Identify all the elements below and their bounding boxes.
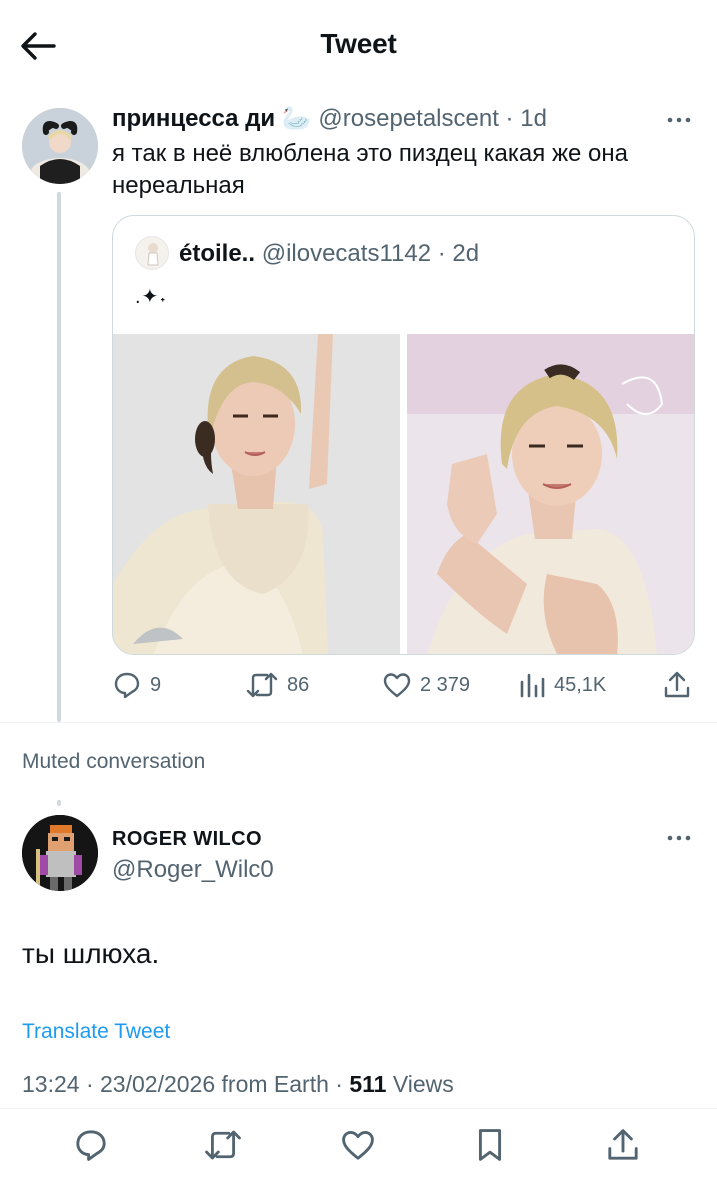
tweet-actions: 9 86 2 379 45,1K: [112, 665, 702, 705]
views-label: Views: [392, 1071, 454, 1097]
reply-count: 9: [150, 673, 162, 696]
divider: [0, 1108, 717, 1109]
quote-header: étoile.. @ilovecats1142 · 2d: [179, 240, 480, 267]
avatar-image: [22, 815, 98, 891]
reply-like-button[interactable]: [337, 1124, 379, 1166]
reply-avatar[interactable]: [22, 815, 98, 891]
avatar-image: [22, 108, 98, 184]
reply-button[interactable]: 9: [112, 665, 161, 705]
reply-reply-button[interactable]: [70, 1124, 112, 1166]
share-button[interactable]: [662, 665, 692, 705]
retweet-icon: [205, 1130, 241, 1160]
reply-retweet-button[interactable]: [202, 1124, 244, 1166]
reply-more-icon[interactable]: [666, 828, 692, 848]
avatar-image: [136, 237, 168, 269]
bookmark-button[interactable]: [469, 1124, 511, 1166]
share-icon: [664, 671, 690, 698]
bookmark-icon: [478, 1129, 502, 1161]
reply-share-button[interactable]: [602, 1124, 644, 1166]
share-icon: [608, 1129, 638, 1160]
like-count: 2 379: [420, 673, 471, 696]
tweet-source: from Earth: [221, 1071, 329, 1097]
views-count: 45,1K: [554, 673, 607, 696]
retweet-button[interactable]: 86: [245, 665, 309, 705]
top-bar: Tweet: [0, 0, 717, 92]
reply-handle[interactable]: @Roger_Wilc0: [112, 856, 274, 884]
reply-icon: [76, 1130, 106, 1161]
tweet-date: 23/02/2026: [100, 1071, 216, 1097]
swan-emoji: 🦢: [281, 105, 312, 132]
quote-avatar: [135, 236, 169, 270]
retweet-count: 86: [287, 673, 310, 696]
heart-icon: [342, 1130, 374, 1160]
quoted-tweet[interactable]: étoile.. @ilovecats1142 · 2d .✦˖: [112, 215, 695, 655]
tweet-text: я так в неё влюблена это пиздец какая же…: [112, 140, 628, 199]
views-icon: [520, 673, 545, 698]
page-title: Tweet: [320, 28, 397, 59]
reply-text: ты шлюха.: [22, 938, 160, 969]
reply-icon: [114, 672, 140, 699]
reply-display-name[interactable]: ROGER WILCO: [112, 828, 262, 851]
photo-skater-left[interactable]: [113, 334, 400, 654]
divider: [0, 722, 717, 723]
tweet-time: 13:24: [22, 1071, 80, 1097]
tweet-meta: 13:24 · 23/02/2026 from Earth · 511 View…: [22, 1071, 454, 1097]
views-number[interactable]: 511: [349, 1071, 386, 1097]
retweet-icon: [246, 672, 278, 698]
muted-conversation-label: Muted conversation: [22, 750, 206, 773]
more-icon[interactable]: [666, 110, 692, 130]
reply-actions: [0, 1120, 717, 1170]
quote-handle: @ilovecats1142: [261, 240, 432, 267]
heart-icon: [383, 673, 411, 698]
handle[interactable]: @rosepetalscent: [318, 105, 498, 132]
quote-display-name: étoile..: [179, 240, 256, 267]
timestamp[interactable]: 1d: [520, 105, 547, 132]
avatar[interactable]: [22, 108, 98, 184]
quote-text: .✦˖: [135, 286, 167, 308]
photo-skater-right[interactable]: [407, 334, 694, 654]
like-button[interactable]: 2 379: [382, 665, 470, 705]
tweet-header: принцесса ди 🦢 @rosepetalscent · 1d: [112, 105, 547, 132]
thread-line-stub: [57, 800, 61, 806]
views-button[interactable]: 45,1K: [518, 665, 606, 705]
quote-timestamp: 2d: [452, 240, 480, 267]
display-name[interactable]: принцесса ди: [112, 105, 275, 132]
translate-link[interactable]: Translate Tweet: [22, 1020, 170, 1044]
thread-line: [57, 192, 61, 722]
